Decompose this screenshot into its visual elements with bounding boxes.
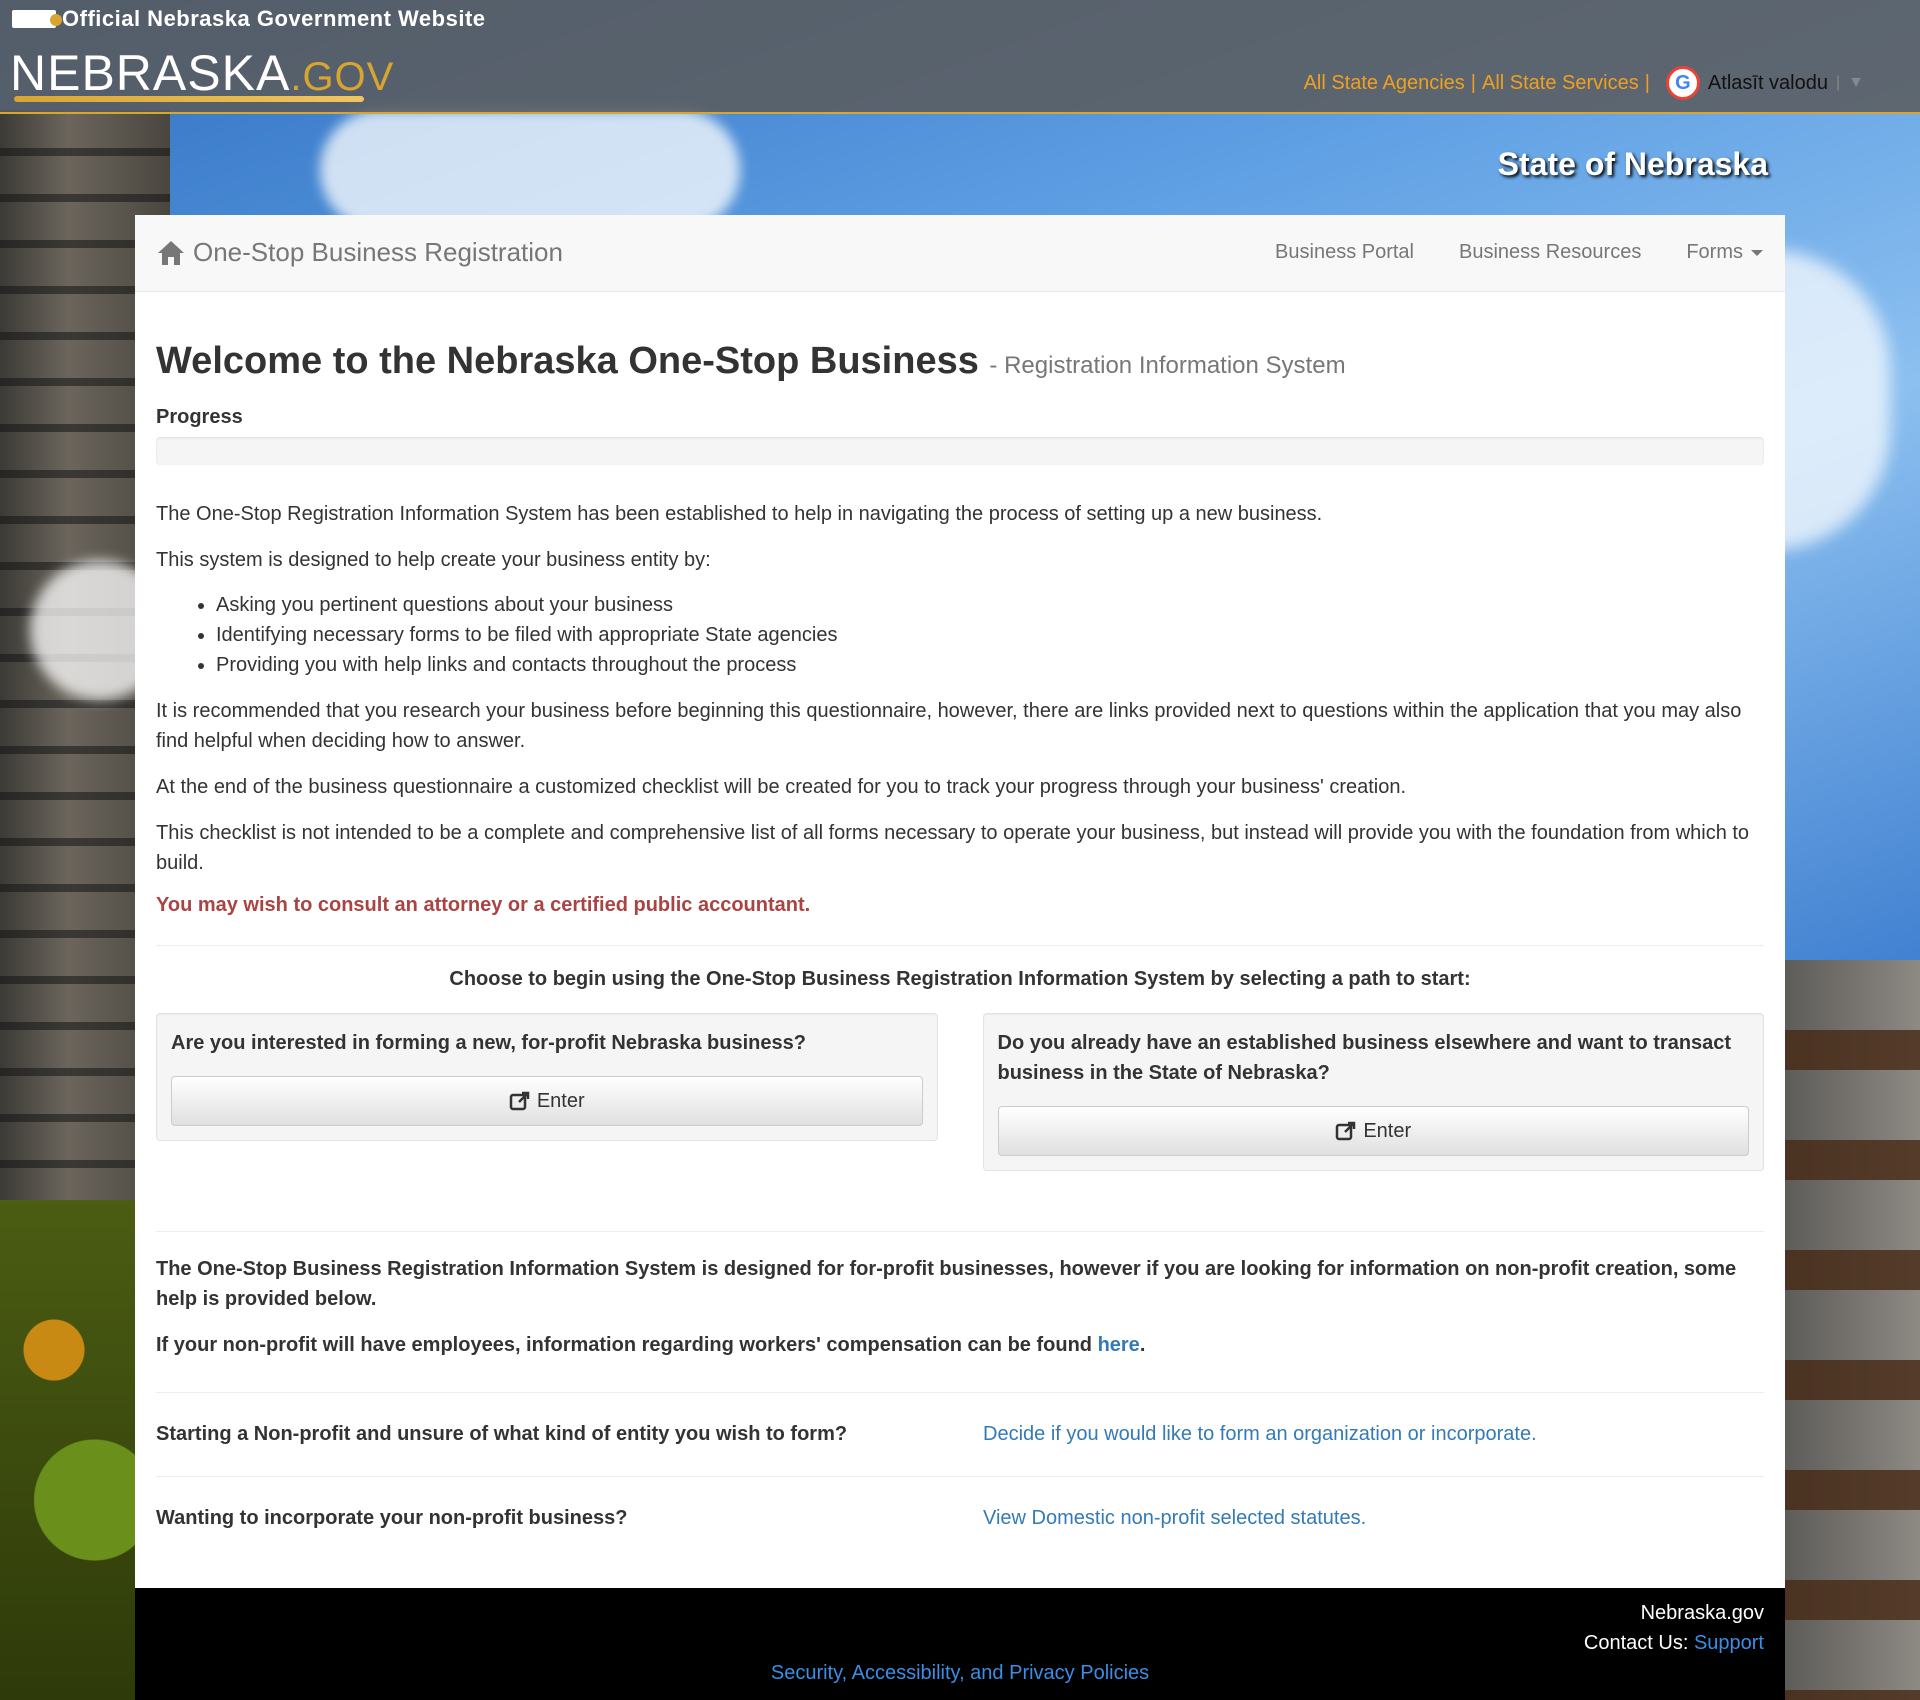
list-item: Identifying necessary forms to be filed …	[216, 620, 1764, 650]
main-panel: One-Stop Business Registration Business …	[135, 215, 1785, 1588]
enter-label: Enter	[1363, 1119, 1412, 1142]
enter-label: Enter	[536, 1089, 585, 1112]
translate-separator: |	[1836, 74, 1841, 91]
progress-label: Progress	[156, 406, 243, 428]
caret-down-icon	[1751, 249, 1763, 256]
list-item: Providing you with help links and contac…	[216, 650, 1764, 680]
external-link-icon	[509, 1091, 530, 1111]
google-translate-select[interactable]: G Atlasīt valodu | ▼	[1665, 66, 1864, 100]
official-text: Official Nebraska Government Website	[62, 6, 486, 31]
top-links: All State Agencies | All State Services …	[1304, 66, 1864, 100]
feature-list: Asking you pertinent questions about you…	[156, 590, 1764, 680]
path-established-business: Do you already have an established busin…	[982, 1013, 1764, 1171]
footer-contact: Contact Us: Support	[1584, 1632, 1764, 1655]
gov-header: Official Nebraska Government Website NEB…	[0, 0, 1920, 114]
nebraska-state-icon	[12, 10, 62, 28]
google-icon: G	[1665, 66, 1700, 100]
path-question: Do you already have an established busin…	[997, 1032, 1732, 1084]
nonprofit-question: Wanting to incorporate your non-profit b…	[156, 1507, 628, 1529]
list-item: Asking you pertinent questions about you…	[216, 590, 1764, 620]
attorney-warning: You may wish to consult an attorney or a…	[156, 894, 811, 916]
not-intended-text: This checklist is not intended to be a c…	[156, 822, 1750, 874]
nav-links: Business Portal Business Resources Forms	[1275, 241, 1763, 264]
support-link[interactable]: Support	[1694, 1632, 1764, 1654]
nonprofit-question: Starting a Non-profit and unsure of what…	[156, 1423, 848, 1445]
navbar: One-Stop Business Registration Business …	[135, 215, 1785, 292]
path-question: Are you interested in forming a new, for…	[171, 1032, 806, 1054]
state-title: State of Nebraska	[1497, 146, 1768, 182]
workers-comp-suffix: .	[1139, 1334, 1146, 1356]
intro-text: The One-Stop Registration Information Sy…	[156, 503, 1323, 525]
path-new-business: Are you interested in forming a new, for…	[156, 1013, 938, 1141]
footer-policies: Security, Accessibility, and Privacy Pol…	[135, 1662, 1785, 1685]
nav-forms-dropdown[interactable]: Forms	[1686, 241, 1763, 264]
designed-text: This system is designed to help create y…	[156, 549, 711, 571]
nonprofit-row: Wanting to incorporate your non-profit b…	[156, 1476, 1764, 1530]
footer: Nebraska.gov Contact Us: Support Securit…	[135, 1588, 1785, 1700]
workers-comp-prefix: If your non-profit will have employees, …	[156, 1334, 1092, 1356]
choose-path-heading: Choose to begin using the One-Stop Busin…	[449, 968, 1471, 990]
enter-new-business-button[interactable]: Enter	[171, 1076, 923, 1126]
nonprofit-row: Starting a Non-profit and unsure of what…	[156, 1392, 1764, 1446]
nonprofit-statutes-link[interactable]: View Domestic non-profit selected statut…	[983, 1507, 1366, 1530]
page-title-text: Welcome to the Nebraska One-Stop Busines…	[156, 340, 979, 382]
background-cloud	[320, 110, 740, 230]
path-options: Are you interested in forming a new, for…	[156, 1013, 1764, 1171]
nav-forms-label: Forms	[1686, 241, 1743, 263]
translate-label: Atlasīt valodu	[1707, 71, 1828, 94]
nav-business-resources[interactable]: Business Resources	[1459, 241, 1641, 264]
all-state-services-link[interactable]: All State Services	[1482, 72, 1639, 95]
divider	[156, 1231, 1764, 1232]
logo-swoosh	[14, 96, 364, 102]
logo-suffix: .GOV	[290, 55, 395, 99]
chevron-down-icon: ▼	[1848, 74, 1864, 91]
nav-business-portal[interactable]: Business Portal	[1275, 241, 1414, 264]
logo-main: NEBRASKA	[10, 45, 291, 101]
enter-established-business-button[interactable]: Enter	[997, 1106, 1749, 1156]
home-icon	[157, 239, 185, 267]
policies-link[interactable]: Security, Accessibility, and Privacy Pol…	[771, 1662, 1149, 1684]
link-separator: |	[1644, 71, 1650, 94]
nebraska-gov-logo[interactable]: NEBRASKA.GOV	[10, 44, 394, 102]
nonprofit-entity-link[interactable]: Decide if you would like to form an orga…	[983, 1423, 1537, 1446]
contact-label: Contact Us:	[1583, 1632, 1689, 1654]
divider	[156, 945, 1764, 946]
nonprofit-note: The One-Stop Business Registration Infor…	[156, 1258, 1737, 1310]
checklist-text: At the end of the business questionnaire…	[156, 776, 1407, 798]
link-separator: |	[1470, 71, 1476, 94]
page-subtitle: - Registration Information System	[989, 352, 1346, 379]
progress-bar	[156, 437, 1764, 465]
main-content: Welcome to the Nebraska One-Stop Busines…	[135, 340, 1785, 1530]
workers-comp-link[interactable]: here	[1098, 1334, 1140, 1356]
external-link-icon	[1336, 1121, 1356, 1141]
workers-comp-text: If your non-profit will have employees, …	[156, 1330, 1764, 1360]
footer-site: Nebraska.gov	[1640, 1602, 1764, 1624]
brand-home-link[interactable]: One-Stop Business Registration	[157, 237, 563, 268]
brand-label: One-Stop Business Registration	[193, 237, 563, 267]
all-state-agencies-link[interactable]: All State Agencies	[1304, 72, 1465, 95]
background-plants	[0, 1200, 135, 1700]
background-building-right	[1780, 960, 1920, 1700]
official-banner: Official Nebraska Government Website	[12, 6, 486, 32]
page-title: Welcome to the Nebraska One-Stop Busines…	[156, 340, 1764, 383]
recommend-text: It is recommended that you research your…	[156, 700, 1742, 752]
